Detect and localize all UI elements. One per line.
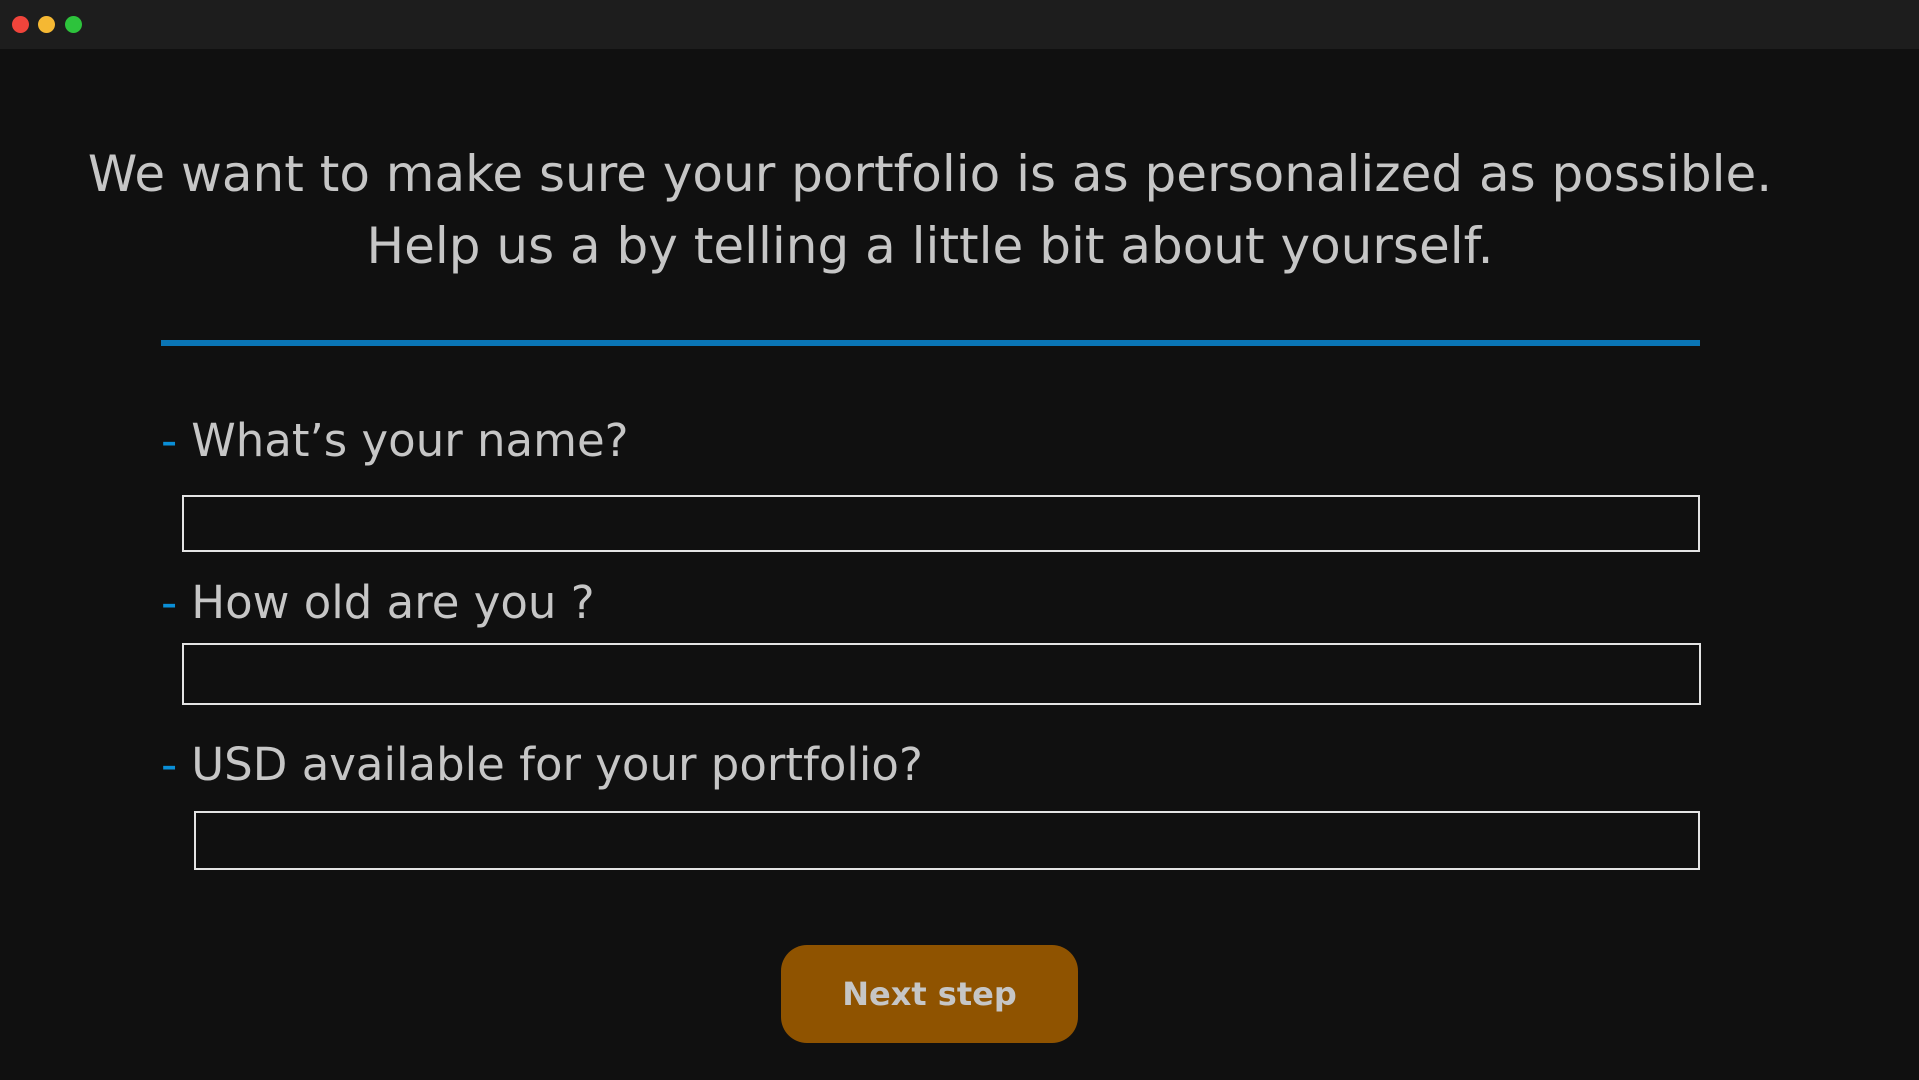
minimize-window-button[interactable] bbox=[38, 16, 55, 33]
maximize-window-button[interactable] bbox=[65, 16, 82, 33]
usd-input[interactable] bbox=[194, 811, 1700, 870]
question-dash: - bbox=[161, 576, 178, 629]
section-divider bbox=[161, 340, 1700, 346]
name-question-label: - What’s your name? bbox=[161, 413, 629, 469]
question-dash: - bbox=[161, 414, 178, 467]
intro-line-1: We want to make sure your portfolio is a… bbox=[87, 145, 1773, 203]
usd-question-label: - USD available for your portfolio? bbox=[161, 737, 923, 793]
intro-text: We want to make sure your portfolio is a… bbox=[0, 138, 1860, 282]
name-question-text: What’s your name? bbox=[191, 414, 629, 467]
age-input[interactable] bbox=[182, 643, 1701, 705]
intro-line-2: Help us a by telling a little bit about … bbox=[366, 217, 1494, 275]
usd-question-text: USD available for your portfolio? bbox=[191, 738, 923, 791]
question-dash: - bbox=[161, 738, 178, 791]
window-titlebar bbox=[0, 0, 1919, 49]
age-question-text: How old are you ? bbox=[191, 576, 595, 629]
next-step-button[interactable]: Next step bbox=[781, 945, 1078, 1043]
close-window-button[interactable] bbox=[12, 16, 29, 33]
name-input[interactable] bbox=[182, 495, 1700, 552]
age-question-label: - How old are you ? bbox=[161, 575, 595, 631]
